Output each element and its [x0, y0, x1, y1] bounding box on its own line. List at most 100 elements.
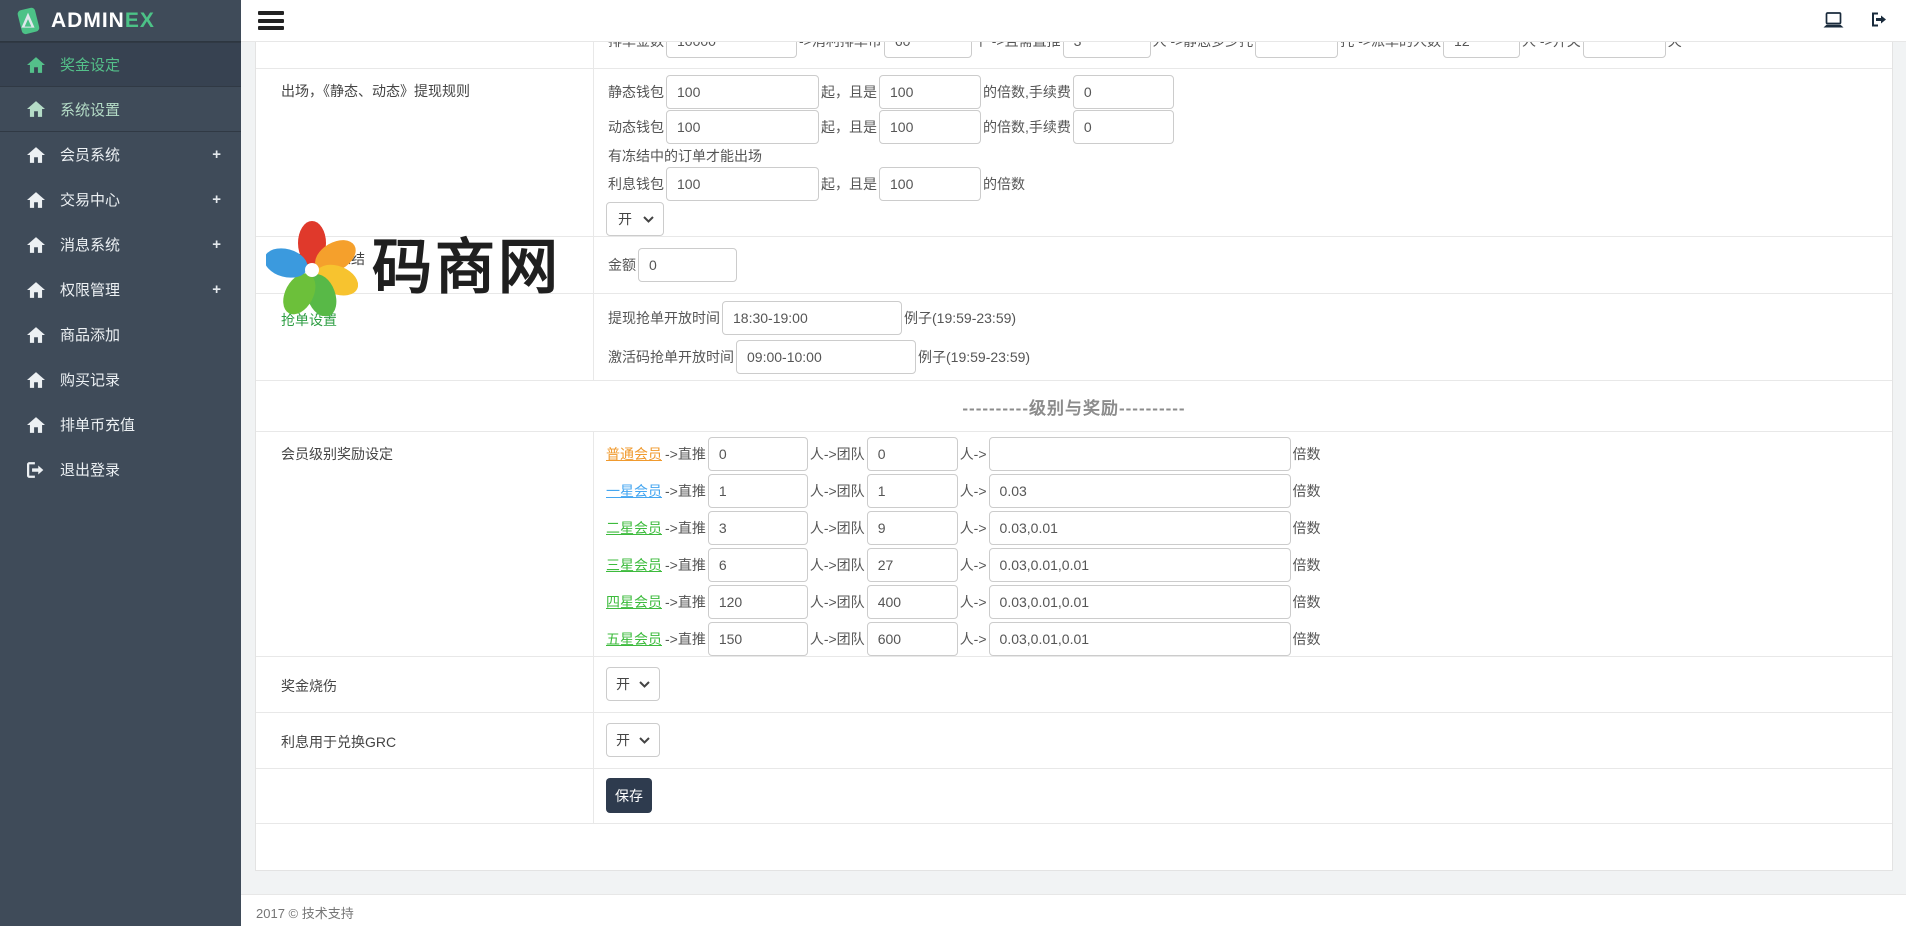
field-label: 的倍数,手续费 — [983, 119, 1071, 135]
level5-multiple-input[interactable] — [988, 622, 1291, 656]
level3-multiple-input[interactable] — [988, 548, 1291, 582]
sidebar-item-purchase-records[interactable]: 购买记录 — [0, 357, 241, 402]
static-wallet-min-input[interactable] — [666, 75, 819, 109]
dispatch-count-input[interactable] — [1443, 42, 1521, 58]
row-member-levels: 会员级别奖励设定 普通会员 ->直推 人->团队 人-> 倍数 一星会员 ->直… — [256, 432, 1892, 657]
sidebar-item-trade-center[interactable]: 交易中心 + — [0, 177, 241, 222]
level1-team-input[interactable] — [866, 474, 958, 508]
field-label: 倍数 — [1292, 557, 1321, 573]
sidebar-item-label: 奖金设定 — [60, 57, 121, 74]
dynamic-wallet-fee-input[interactable] — [1072, 110, 1174, 144]
level2-direct-input[interactable] — [707, 511, 808, 545]
activation-grab-time-input[interactable] — [736, 340, 916, 374]
chevron-down-icon — [639, 736, 650, 744]
static-wallet-label: 静态钱包 — [608, 84, 664, 100]
field-label: ->直推 — [665, 557, 706, 573]
level0-team-input[interactable] — [866, 437, 958, 471]
level1-direct-input[interactable] — [707, 474, 808, 508]
desktop-icon[interactable] — [1823, 12, 1844, 29]
level-link-1star[interactable]: 一星会员 — [606, 481, 662, 501]
row-order-coin-settings: 排单金数 ->消利排单币 个 ->且需直推 人 ->静态多少托 托 ->派单的人… — [256, 42, 1892, 69]
level-link-5star[interactable]: 五星会员 — [606, 629, 662, 649]
sidebar-item-label: 购买记录 — [60, 372, 121, 389]
level-link-normal[interactable]: 普通会员 — [606, 444, 662, 464]
brand-logo-icon — [17, 7, 40, 34]
hamburger-menu-icon[interactable] — [258, 11, 284, 34]
interest-wallet-label: 利息钱包 — [608, 176, 664, 192]
level4-multiple-input[interactable] — [988, 585, 1291, 619]
logout-icon[interactable] — [1870, 12, 1887, 27]
save-button[interactable]: 保存 — [606, 778, 652, 813]
withdraw-switch-select[interactable]: 开 — [606, 202, 664, 236]
expand-plus-icon[interactable]: + — [212, 191, 221, 208]
interest-grc-select[interactable]: 开 — [606, 723, 660, 757]
row-label — [256, 769, 594, 823]
chevron-down-icon — [643, 215, 654, 223]
sidebar-item-bonus-settings[interactable]: 奖金设定 — [0, 42, 241, 87]
row-withdraw-rules: 出场，《静态、动态》提现规则 静态钱包 起，且是 的倍数,手续费 动态钱包 起，… — [256, 69, 1892, 237]
interest-wallet-min-input[interactable] — [666, 167, 819, 201]
profit-coin-input[interactable] — [883, 42, 972, 58]
field-label: 倍数 — [1292, 631, 1321, 647]
field-label: 人 ->开关 — [1522, 42, 1581, 51]
static-wallet-multiple-input[interactable] — [879, 75, 981, 109]
level-line-2star: 二星会员 ->直推 人->团队 人-> 倍数 — [606, 511, 1880, 545]
level4-team-input[interactable] — [866, 585, 958, 619]
home-icon — [27, 326, 45, 343]
dynamic-wallet-multiple-input[interactable] — [879, 110, 981, 144]
field-label: 人->团队 — [809, 594, 865, 610]
field-label: 的倍数 — [983, 176, 1025, 192]
level2-team-input[interactable] — [866, 511, 958, 545]
static-amount-input[interactable] — [1255, 42, 1339, 58]
sidebar-item-logout[interactable]: 退出登录 — [0, 447, 241, 492]
expand-plus-icon[interactable]: + — [212, 146, 221, 163]
level0-multiple-input[interactable] — [988, 437, 1291, 471]
app-logo[interactable]: ADMINEX — [0, 0, 241, 42]
order-amount-input[interactable] — [666, 42, 797, 58]
direct-required-input[interactable] — [1062, 42, 1151, 58]
switch-days-input[interactable] — [1582, 42, 1666, 58]
sidebar-item-coin-recharge[interactable]: 排单币充值 — [0, 402, 241, 447]
dynamic-wallet-min-input[interactable] — [666, 110, 819, 144]
sidebar-item-product-add[interactable]: 商品添加 — [0, 312, 241, 357]
sidebar-item-system-settings[interactable]: 系统设置 — [0, 87, 241, 132]
home-icon — [27, 416, 45, 433]
field-label: ->消利排单币 — [799, 42, 882, 51]
expand-plus-icon[interactable]: + — [212, 236, 221, 253]
bonus-burn-label: 奖金烧伤 — [256, 657, 594, 712]
level5-team-input[interactable] — [866, 622, 958, 656]
sidebar-item-label: 消息系统 — [60, 237, 121, 254]
level-link-4star[interactable]: 四星会员 — [606, 592, 662, 612]
sidebar-item-message-system[interactable]: 消息系统 + — [0, 222, 241, 267]
section-title-levels-rewards: ----------级别与奖励---------- — [962, 398, 1186, 418]
top-header-bar — [241, 0, 1906, 42]
bonus-burn-select[interactable]: 开 — [606, 667, 660, 701]
level-link-3star[interactable]: 三星会员 — [606, 555, 662, 575]
level4-direct-input[interactable] — [707, 585, 808, 619]
level-link-2star[interactable]: 二星会员 — [606, 518, 662, 538]
level3-team-input[interactable] — [866, 548, 958, 582]
level1-multiple-input[interactable] — [988, 474, 1291, 508]
frozen-label: 静态分红冻结 — [256, 237, 594, 293]
field-label: 倍数 — [1292, 520, 1321, 536]
row-label — [256, 42, 594, 68]
expand-plus-icon[interactable]: + — [212, 281, 221, 298]
sidebar-item-member-system[interactable]: 会员系统 + — [0, 132, 241, 177]
interest-wallet-multiple-input[interactable] — [879, 167, 981, 201]
static-wallet-fee-input[interactable] — [1072, 75, 1174, 109]
field-label: 排单金数 — [608, 42, 664, 51]
withdraw-grab-time-input[interactable] — [722, 301, 902, 335]
level5-direct-input[interactable] — [707, 622, 808, 656]
sidebar-item-permission-mgmt[interactable]: 权限管理 + — [0, 267, 241, 312]
activation-grab-time-label: 激活码抢单开放时间 — [608, 349, 734, 365]
level2-multiple-input[interactable] — [988, 511, 1291, 545]
level3-direct-input[interactable] — [707, 548, 808, 582]
frozen-amount-input[interactable] — [638, 248, 737, 282]
field-label: 人->团队 — [809, 483, 865, 499]
home-icon — [27, 371, 45, 388]
withdraw-rules-label: 出场，《静态、动态》提现规则 — [256, 69, 594, 236]
level-line-4star: 四星会员 ->直推 人->团队 人-> 倍数 — [606, 585, 1880, 619]
level0-direct-input[interactable] — [707, 437, 808, 471]
home-icon — [27, 191, 45, 208]
home-icon — [27, 56, 45, 73]
